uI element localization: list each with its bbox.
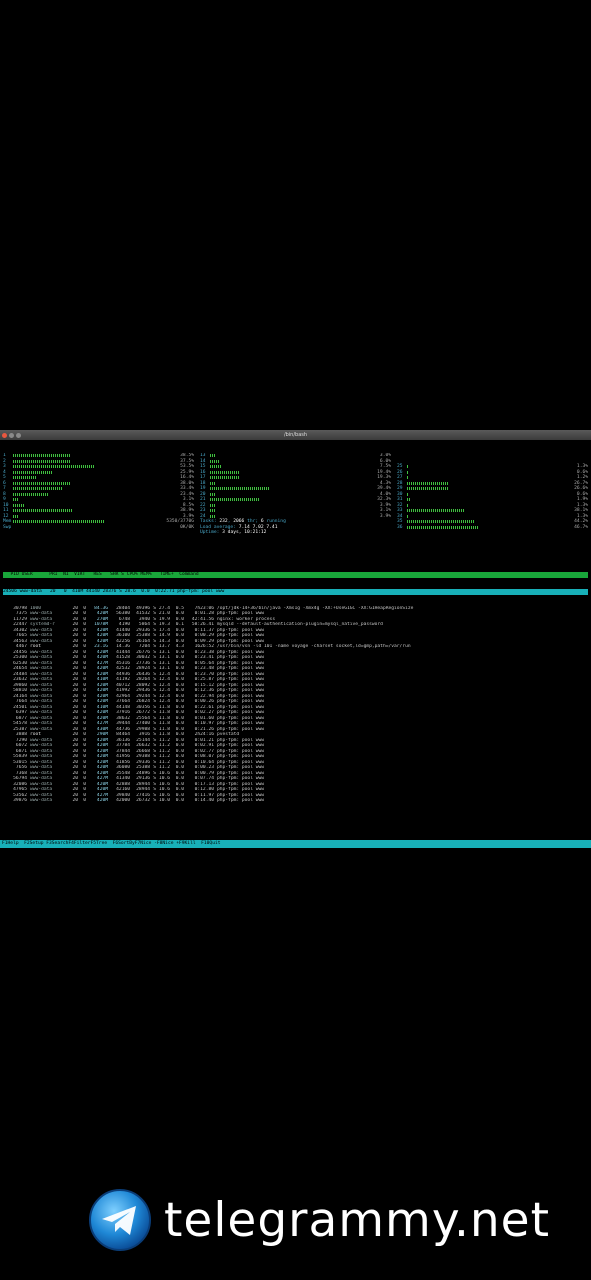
cpu-bar-fill bbox=[210, 498, 259, 501]
cpu-bar-fill bbox=[13, 520, 105, 523]
process-pr: 20 bbox=[72, 798, 78, 803]
cpu-bar-fill bbox=[13, 509, 73, 512]
cpu-bar-fill bbox=[13, 514, 20, 518]
process-res: 42000 bbox=[116, 798, 130, 803]
cpu-bar-fill bbox=[210, 514, 217, 518]
terminal-window[interactable]: /bin/bash 1 38.5% 2 37.5% 3 53.5% 4 25.9% 5 16.4%… bbox=[0, 430, 591, 848]
cpu-bar bbox=[13, 525, 166, 531]
swap-meter: Swp 0K/0K bbox=[3, 525, 194, 531]
process-mem: 0.0 bbox=[175, 798, 184, 803]
process-time: 0:14.40 bbox=[194, 798, 214, 803]
cpu-bar-fill bbox=[210, 481, 217, 485]
header-line[interactable]: PID USER PRI NI VIRT RES SHR S CPU% MEM%… bbox=[3, 572, 588, 578]
cpu-bar-fill bbox=[210, 476, 240, 479]
telegram-logo-icon bbox=[89, 1189, 151, 1251]
cpu-bar-fill bbox=[210, 470, 240, 474]
cpu-bar-fill bbox=[407, 503, 409, 507]
process-cpu: 10.0 bbox=[158, 798, 170, 803]
cpu-bar bbox=[210, 514, 363, 520]
cpu-bar-fill bbox=[13, 470, 53, 474]
system-summary: Tasks: 232, 2066 thr; 6 running Load aver… bbox=[200, 519, 286, 535]
process-pid: 39876 bbox=[13, 798, 27, 803]
cpu-bar-fill bbox=[13, 503, 26, 507]
cpu-bar-fill bbox=[210, 454, 215, 457]
window-titlebar[interactable]: /bin/bash bbox=[0, 430, 591, 440]
process-list[interactable]: 30798 1000 20 0 84.3G 28404 49396 S 27.4 0.5 7h23:… bbox=[3, 606, 588, 804]
process-user: www-data bbox=[30, 798, 53, 803]
brand-text: telegrammy.net bbox=[164, 1192, 551, 1248]
cpu-bar-fill bbox=[13, 487, 64, 490]
cpu-bar-fill bbox=[407, 525, 479, 529]
function-key-bar[interactable]: F1Help F2Setup F3SearchF4FilterF5Tree F6… bbox=[0, 840, 591, 848]
process-row[interactable]: 39876 www-data 20 0 420M 42000 26732 S 10.0 0.0 0:… bbox=[3, 798, 588, 804]
process-virt: 420M bbox=[96, 798, 108, 803]
selected-process-row[interactable]: 24506 www-data 20 0 410M 44140 28376 S 2… bbox=[3, 589, 588, 595]
cpu-bar bbox=[407, 525, 560, 531]
cpu-column-right: 25 1.3% 26 0.6% 27 1.2% 28 26.7% 29 26.6% 30 0.6% 31… bbox=[397, 453, 588, 558]
cpu-bar-fill bbox=[13, 492, 49, 496]
cpu-bar-fill bbox=[407, 509, 466, 512]
cpu-bar-fill bbox=[407, 520, 475, 523]
htop-screen[interactable]: 1 38.5% 2 37.5% 3 53.5% 4 25.9% 5 16.4% 6 38.0% 7 33.… bbox=[0, 440, 591, 817]
cpu-meter: 36 46.7% bbox=[397, 525, 588, 531]
cpu-bar-fill bbox=[407, 465, 409, 468]
cpu-bar-fill bbox=[13, 465, 95, 468]
cpu-bar-fill bbox=[210, 487, 270, 490]
process-ni: 0 bbox=[83, 798, 86, 803]
cpu-bar-fill bbox=[407, 481, 449, 485]
cpu-column-left: 1 38.5% 2 37.5% 3 53.5% 4 25.9% 5 16.4% 6 38.0% 7 33.… bbox=[3, 453, 194, 558]
cpu-bar-fill bbox=[13, 459, 70, 463]
cpu-bar-fill bbox=[407, 470, 409, 474]
cpu-bar-fill bbox=[407, 487, 449, 490]
cpu-bar-fill bbox=[13, 454, 72, 457]
brand-watermark: telegrammy.net bbox=[88, 1188, 550, 1252]
cpu-meter: 24 3.9% bbox=[200, 514, 391, 520]
cpu-number: Swp bbox=[3, 524, 12, 530]
cpu-percent: 0K/0K bbox=[180, 524, 194, 530]
cpu-bar-fill bbox=[13, 481, 72, 485]
process-shr: 26732 bbox=[136, 798, 150, 803]
cpu-bar-fill bbox=[210, 465, 221, 468]
cpu-bar-fill bbox=[407, 514, 409, 518]
cpu-percent: 46.7% bbox=[574, 524, 588, 530]
window-title: /bin/bash bbox=[283, 432, 308, 438]
cpu-bar-fill bbox=[210, 459, 220, 463]
cpu-bar-fill bbox=[210, 492, 217, 496]
cpu-bar-fill bbox=[13, 498, 18, 501]
cpu-bar-fill bbox=[407, 492, 409, 496]
process-cmd: php-fpm: pool www bbox=[217, 798, 265, 803]
cpu-bar-fill bbox=[407, 476, 409, 479]
cpu-meters: 1 38.5% 2 37.5% 3 53.5% 4 25.9% 5 16.4% 6 38.0% 7 33.… bbox=[3, 453, 588, 558]
cpu-bar-fill bbox=[210, 503, 217, 507]
cpu-bar-fill bbox=[407, 498, 411, 501]
cpu-column-middle: 13 3.0% 14 6.0% 15 7.5% 16 19.4% 17 19.3% 18 4.3% 19… bbox=[200, 453, 391, 558]
cpu-number: 36 bbox=[397, 524, 403, 530]
cpu-bar-fill bbox=[210, 509, 215, 512]
cpu-bar-fill bbox=[13, 476, 38, 479]
cpu-percent: 3.9% bbox=[379, 513, 391, 519]
